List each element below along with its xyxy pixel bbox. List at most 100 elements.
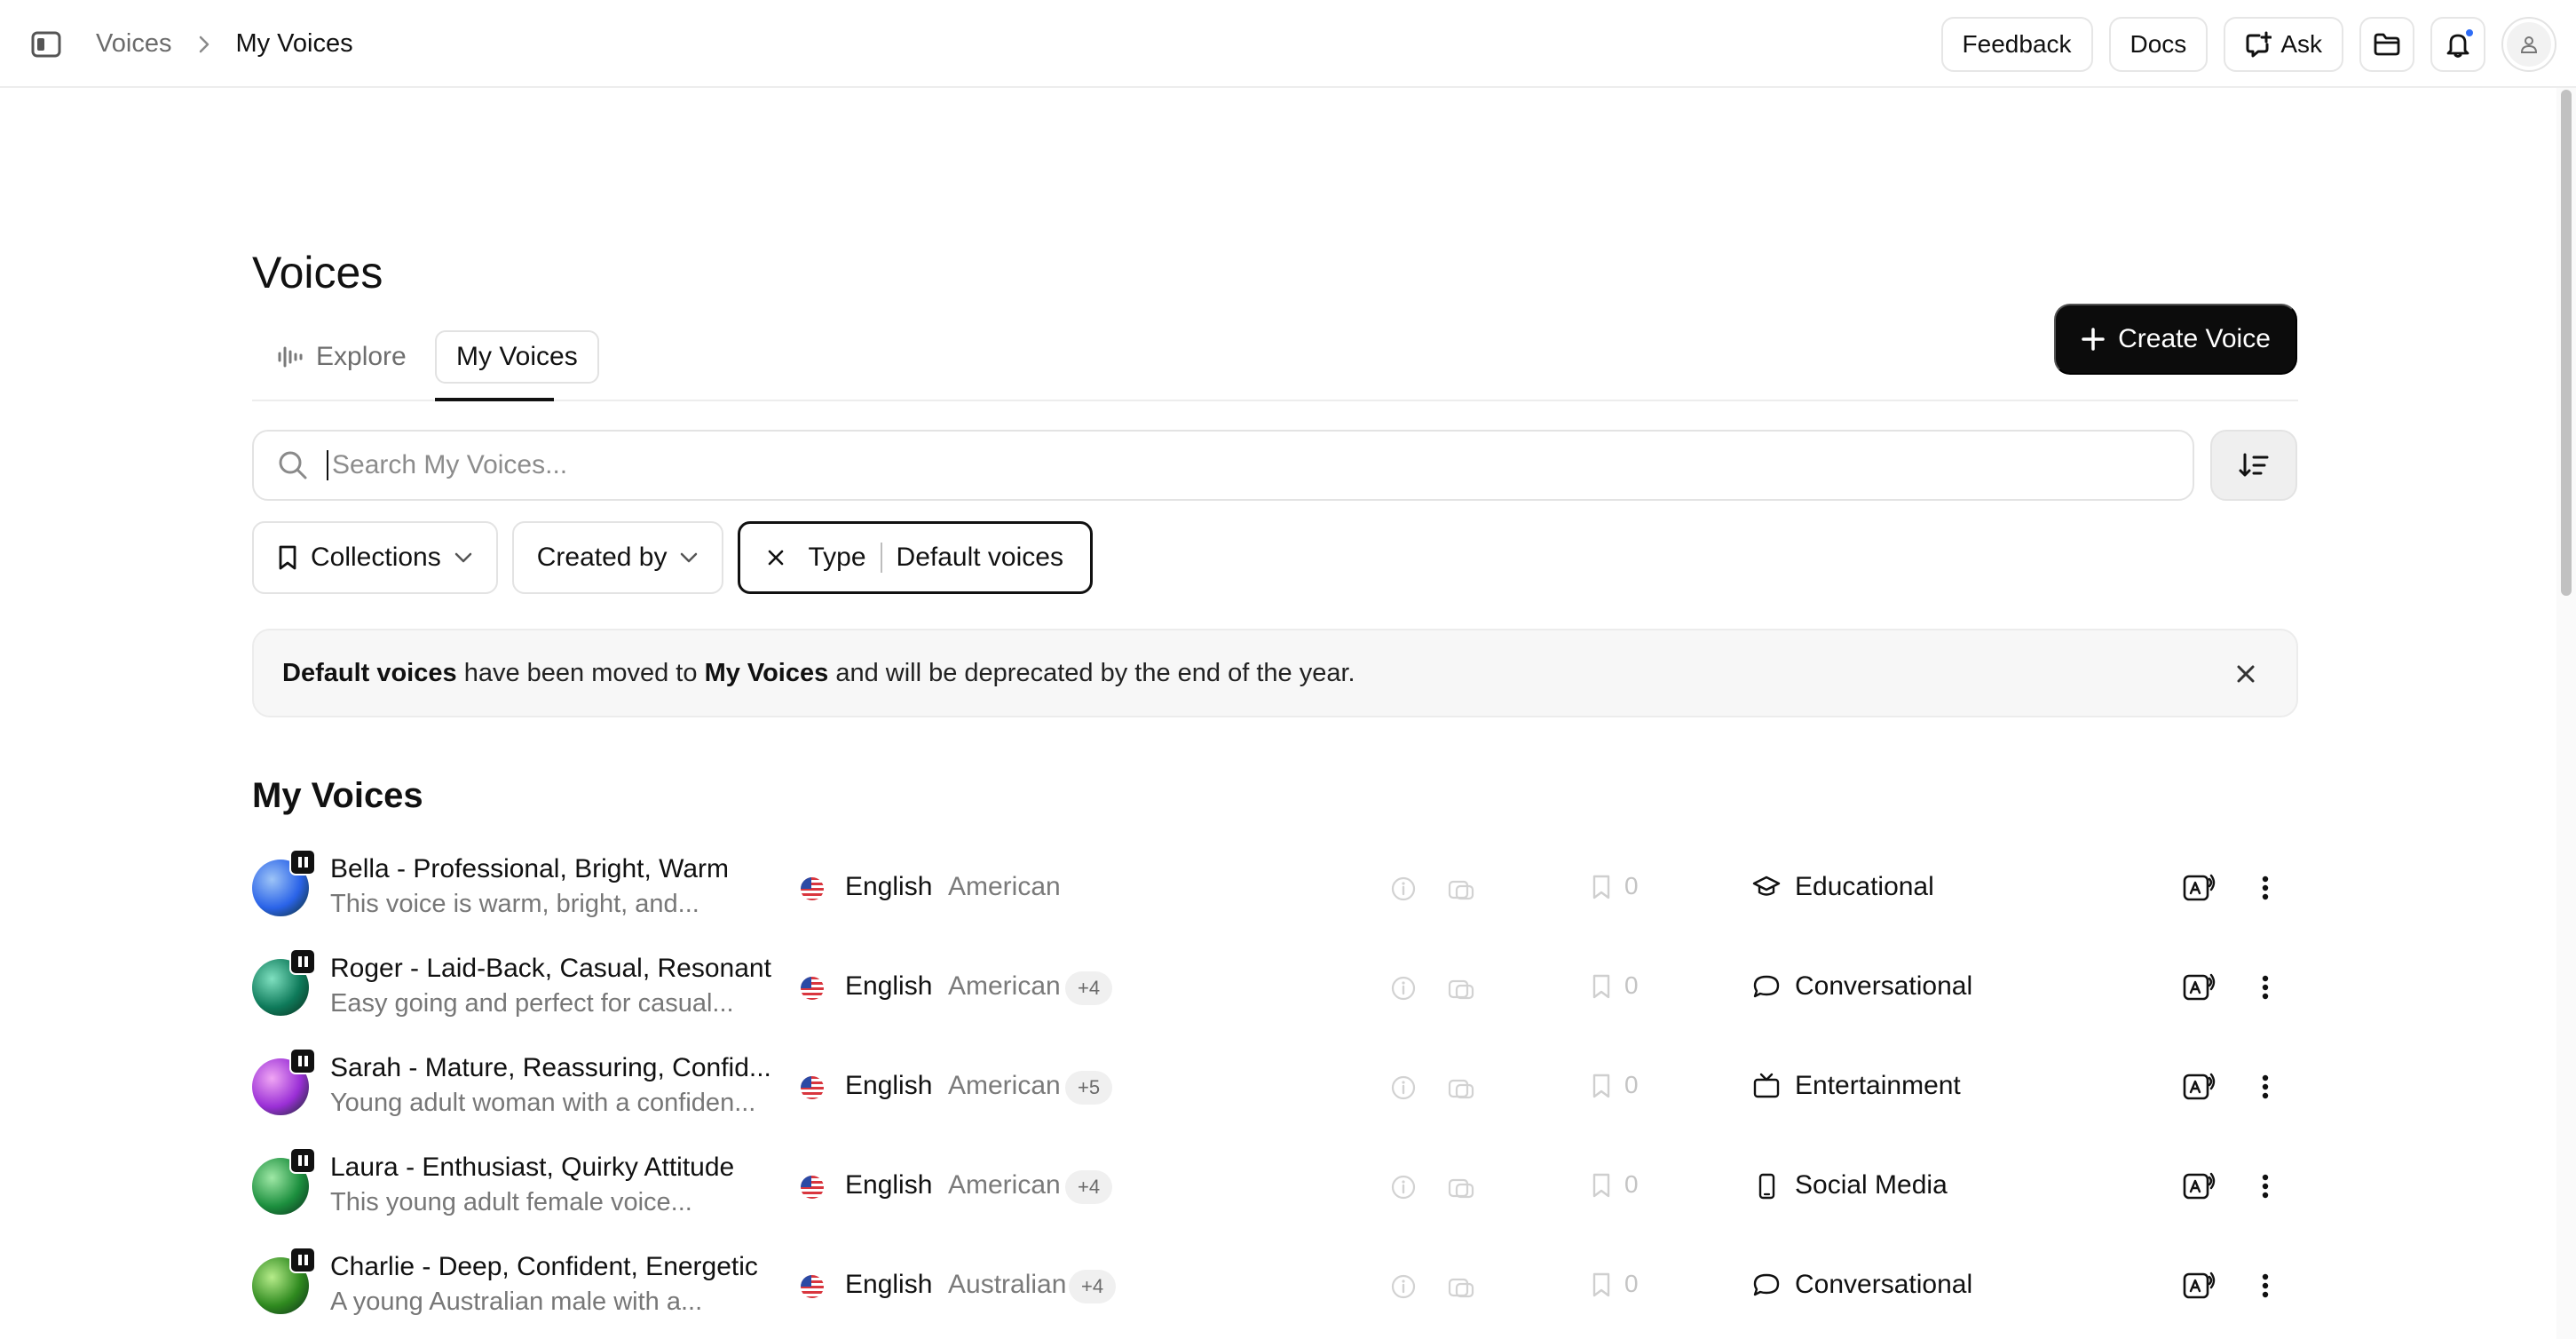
voice-row[interactable]: Sarah - Mature, Reassuring, Confid... Yo… bbox=[252, 1037, 2298, 1137]
use-voice-icon[interactable] bbox=[2182, 1170, 2216, 1202]
collections-filter[interactable]: Collections bbox=[252, 521, 498, 594]
created-by-filter[interactable]: Created by bbox=[511, 521, 724, 594]
tab-my-voices[interactable]: My Voices bbox=[435, 330, 599, 384]
close-icon[interactable] bbox=[2232, 661, 2259, 687]
remove-filter-icon[interactable] bbox=[767, 549, 785, 566]
ask-button[interactable]: Ask bbox=[2224, 16, 2343, 72]
notifications-button[interactable] bbox=[2430, 16, 2485, 72]
user-avatar-button[interactable] bbox=[2501, 16, 2556, 72]
docs-button[interactable]: Docs bbox=[2108, 16, 2209, 72]
search-bar[interactable] bbox=[252, 430, 2194, 501]
bookmark-icon[interactable] bbox=[1591, 973, 1612, 1000]
bookmark-icon[interactable] bbox=[1591, 1172, 1612, 1199]
folder-button[interactable] bbox=[2359, 16, 2414, 72]
create-voice-button[interactable]: Create Voice bbox=[2054, 304, 2297, 375]
save-count: 0 bbox=[1624, 971, 1639, 999]
voice-row[interactable]: Charlie - Deep, Confident, Energetic A y… bbox=[252, 1236, 2298, 1335]
tab-bar: Explore My Voices bbox=[252, 330, 2298, 401]
bookmark-icon[interactable] bbox=[1591, 1272, 1612, 1298]
share-icon[interactable] bbox=[1447, 877, 1475, 902]
created-by-filter-label: Created by bbox=[536, 543, 668, 572]
share-icon[interactable] bbox=[1447, 1176, 1475, 1200]
sort-button[interactable] bbox=[2210, 430, 2297, 501]
bookmark-icon bbox=[277, 544, 298, 571]
tv-icon bbox=[1752, 1073, 1781, 1099]
voice-accent: American bbox=[948, 971, 1061, 1001]
bookmark-icon[interactable] bbox=[1591, 874, 1612, 900]
speech-bubble-icon bbox=[1752, 1272, 1781, 1298]
create-voice-label: Create Voice bbox=[2118, 324, 2271, 353]
save-count: 0 bbox=[1624, 872, 1639, 899]
use-voice-icon[interactable] bbox=[2182, 1270, 2216, 1302]
info-icon[interactable] bbox=[1390, 876, 1417, 902]
use-voice-icon[interactable] bbox=[2182, 971, 2216, 1003]
tab-explore[interactable]: Explore bbox=[265, 330, 426, 384]
voice-name[interactable]: Sarah - Mature, Reassuring, Confid... bbox=[330, 1053, 783, 1083]
save-count: 0 bbox=[1624, 1270, 1639, 1297]
user-icon bbox=[2507, 21, 2551, 67]
type-filter-key: Type bbox=[808, 543, 866, 572]
voice-row[interactable]: Laura - Enthusiast, Quirky Attitude This… bbox=[252, 1137, 2298, 1236]
info-icon[interactable] bbox=[1390, 975, 1417, 1002]
voice-category: Educational bbox=[1795, 872, 1934, 901]
more-options-icon[interactable] bbox=[2260, 1270, 2271, 1302]
more-options-icon[interactable] bbox=[2260, 872, 2271, 904]
more-options-icon[interactable] bbox=[2260, 1170, 2271, 1202]
pause-icon[interactable] bbox=[289, 849, 316, 876]
banner-text-2: have been moved to bbox=[456, 658, 705, 687]
breadcrumb-voices-link[interactable]: Voices bbox=[96, 29, 171, 59]
voice-row[interactable]: Roger - Laid-Back, Casual, Resonant Easy… bbox=[252, 938, 2298, 1037]
page-title: Voices bbox=[252, 248, 383, 297]
use-voice-icon[interactable] bbox=[2182, 1071, 2216, 1103]
voice-language: English bbox=[845, 1270, 933, 1299]
chevron-down-icon bbox=[679, 551, 699, 564]
info-icon[interactable] bbox=[1390, 1273, 1417, 1300]
search-input[interactable] bbox=[330, 449, 2017, 481]
pause-icon[interactable] bbox=[289, 1147, 316, 1174]
collections-filter-label: Collections bbox=[311, 543, 441, 572]
text-cursor bbox=[327, 450, 328, 480]
pause-icon[interactable] bbox=[289, 948, 316, 975]
voice-name[interactable]: Laura - Enthusiast, Quirky Attitude bbox=[330, 1153, 783, 1183]
speech-bubble-icon bbox=[1752, 973, 1781, 1000]
voice-category: Conversational bbox=[1795, 1270, 1973, 1299]
pause-icon[interactable] bbox=[289, 1048, 316, 1074]
page-scrollbar[interactable] bbox=[2556, 88, 2576, 1339]
folder-icon bbox=[2373, 32, 2401, 57]
more-languages-badge[interactable]: +4 bbox=[1069, 1270, 1117, 1303]
voice-description: Easy going and perfect for casual... bbox=[330, 989, 734, 1018]
share-icon[interactable] bbox=[1447, 1275, 1475, 1300]
graduation-cap-icon bbox=[1752, 874, 1781, 900]
voice-accent: American bbox=[948, 872, 1061, 901]
top-actions: Feedback Docs Ask bbox=[1940, 0, 2556, 88]
pause-icon[interactable] bbox=[289, 1247, 316, 1273]
voice-name[interactable]: Bella - Professional, Bright, Warm bbox=[330, 854, 783, 884]
active-tab-indicator bbox=[435, 398, 554, 401]
scrollbar-thumb[interactable] bbox=[2561, 90, 2572, 596]
sidebar-toggle-icon[interactable] bbox=[28, 28, 64, 60]
info-icon[interactable] bbox=[1390, 1074, 1417, 1101]
sort-icon bbox=[2238, 452, 2270, 479]
voice-accent: American bbox=[948, 1071, 1061, 1100]
voice-name[interactable]: Roger - Laid-Back, Casual, Resonant bbox=[330, 954, 783, 984]
info-icon[interactable] bbox=[1390, 1174, 1417, 1200]
feedback-button[interactable]: Feedback bbox=[1940, 16, 2093, 72]
bookmark-icon[interactable] bbox=[1591, 1073, 1612, 1099]
top-bar: Voices My Voices Feedback Docs Ask bbox=[0, 0, 2576, 88]
banner-text-4: and will be deprecated by the end of the… bbox=[828, 658, 1355, 687]
breadcrumb-current: My Voices bbox=[235, 29, 353, 58]
type-filter-chip[interactable]: Type Default voices bbox=[738, 521, 1093, 594]
share-icon[interactable] bbox=[1447, 977, 1475, 1002]
more-languages-badge[interactable]: +5 bbox=[1065, 1071, 1113, 1105]
voice-row[interactable]: Bella - Professional, Bright, Warm This … bbox=[252, 838, 2298, 938]
section-title: My Voices bbox=[252, 776, 423, 815]
voice-name[interactable]: Charlie - Deep, Confident, Energetic bbox=[330, 1252, 783, 1282]
more-options-icon[interactable] bbox=[2260, 1071, 2271, 1103]
more-languages-badge[interactable]: +4 bbox=[1065, 971, 1113, 1005]
more-options-icon[interactable] bbox=[2260, 971, 2271, 1003]
more-languages-badge[interactable]: +4 bbox=[1065, 1170, 1113, 1204]
notification-dot bbox=[2464, 27, 2475, 38]
share-icon[interactable] bbox=[1447, 1076, 1475, 1101]
voice-description: This young adult female voice... bbox=[330, 1188, 692, 1216]
use-voice-icon[interactable] bbox=[2182, 872, 2216, 904]
